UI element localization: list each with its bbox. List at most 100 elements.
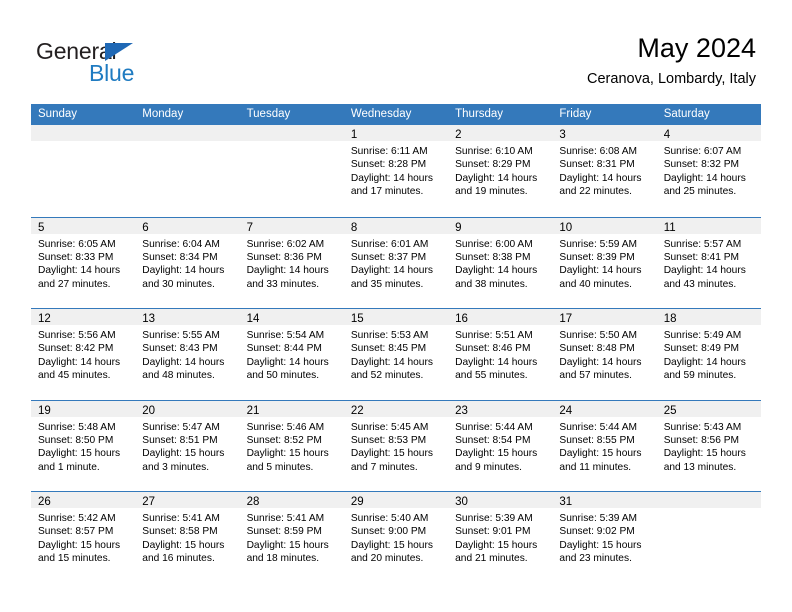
day-cell[interactable]: 14 Sunrise: 5:54 AM Sunset: 8:44 PM Dayligh… <box>239 309 344 400</box>
weekday-header-wednesday: Wednesday <box>350 108 412 120</box>
day-detail-line: Sunrise: 6:00 AM <box>455 238 533 250</box>
day-cell[interactable]: 31 Sunrise: 5:39 AM Sunset: 9:02 PM Dayligh… <box>552 492 657 583</box>
day-cell[interactable]: 6 Sunrise: 6:04 AM Sunset: 8:34 PM Daylight… <box>135 217 240 308</box>
day-number-bar: 2 <box>448 125 553 141</box>
day-number-bar: 29 <box>343 492 449 508</box>
day-cell[interactable]: 25 Sunrise: 5:43 AM Sunset: 8:56 PM Dayligh… <box>656 400 761 491</box>
day-detail-line: Daylight: 15 hours <box>559 448 642 460</box>
day-detail-line: Sunset: 9:01 PM <box>455 526 531 538</box>
weekday-header-thursday: Thursday <box>455 108 504 120</box>
day-number: 19 <box>38 404 51 417</box>
week-row: 26 Sunrise: 5:42 AM Sunset: 8:57 PM Dayligh… <box>31 491 761 583</box>
day-detail-line: and 5 minutes. <box>246 461 314 473</box>
general-blue-logo[interactable]: General Blue <box>36 38 236 88</box>
day-cell[interactable]: 28 Sunrise: 5:41 AM Sunset: 8:59 PM Dayligh… <box>239 492 344 583</box>
day-detail-line: and 15 minutes. <box>38 553 111 565</box>
day-details: Sunrise: 6:07 AM Sunset: 8:32 PM Daylight:… <box>657 141 761 199</box>
day-cell[interactable]: 3 Sunrise: 6:08 AM Sunset: 8:31 PM Daylight… <box>552 125 657 217</box>
day-number-bar: 7 <box>239 217 344 234</box>
day-detail-line: Sunrise: 5:41 AM <box>246 513 325 524</box>
day-cell[interactable]: 8 Sunrise: 6:01 AM Sunset: 8:37 PM Daylight… <box>343 217 449 308</box>
day-cell[interactable]: 23 Sunrise: 5:44 AM Sunset: 8:54 PM Dayligh… <box>448 400 553 491</box>
day-detail-line: Sunset: 8:53 PM <box>350 434 427 446</box>
day-cell[interactable]: 5 Sunrise: 6:05 AM Sunset: 8:33 PM Daylight… <box>31 217 136 308</box>
day-number-bar: 8 <box>343 217 449 234</box>
day-cell[interactable]: 20 Sunrise: 5:47 AM Sunset: 8:51 PM Dayligh… <box>135 400 240 491</box>
day-number-bar: 9 <box>448 217 553 234</box>
day-details: Sunrise: 5:50 AM Sunset: 8:48 PM Daylight:… <box>552 325 656 383</box>
day-detail-line: Sunset: 8:54 PM <box>455 434 531 446</box>
day-detail-line: Sunrise: 5:41 AM <box>142 513 220 524</box>
day-detail-line: Sunset: 8:51 PM <box>142 434 218 446</box>
day-cell[interactable]: 10 Sunrise: 5:59 AM Sunset: 8:39 PM Dayligh… <box>552 217 657 308</box>
day-cell[interactable]: 24 Sunrise: 5:44 AM Sunset: 8:55 PM Dayligh… <box>552 400 657 491</box>
week-row: 1 Sunrise: 6:11 AM Sunset: 8:28 PM Daylight… <box>31 125 761 217</box>
day-number-bar: 24 <box>552 400 657 417</box>
day-number: 22 <box>350 404 364 417</box>
day-cell[interactable]: 19 Sunrise: 5:48 AM Sunset: 8:50 PM Dayligh… <box>31 400 136 491</box>
day-detail-line: Sunrise: 5:56 AM <box>38 330 116 341</box>
day-detail-line: Sunset: 8:52 PM <box>246 434 322 446</box>
day-detail-line: Sunrise: 6:10 AM <box>455 146 533 157</box>
day-detail-line: and 16 minutes. <box>142 553 215 565</box>
day-number: 10 <box>559 221 573 234</box>
day-details: Sunrise: 5:56 AM Sunset: 8:42 PM Daylight:… <box>31 325 135 383</box>
day-number-bar <box>239 125 344 141</box>
day-cell[interactable]: 13 Sunrise: 5:55 AM Sunset: 8:43 PM Dayligh… <box>135 309 240 400</box>
day-detail-line: Sunrise: 5:57 AM <box>663 238 742 250</box>
day-cell[interactable]: 11 Sunrise: 5:57 AM Sunset: 8:41 PM Dayligh… <box>656 217 761 308</box>
day-number-bar: 5 <box>31 217 136 234</box>
day-detail-line: and 27 minutes. <box>38 278 111 290</box>
day-detail-line: Daylight: 14 hours <box>142 356 225 368</box>
day-detail-line: Sunrise: 6:04 AM <box>142 238 220 250</box>
day-details: Sunrise: 5:39 AM Sunset: 9:01 PM Daylight:… <box>448 508 552 566</box>
day-detail-line: Daylight: 14 hours <box>350 356 433 368</box>
day-detail-line: Sunrise: 5:47 AM <box>142 421 220 433</box>
day-detail-line: and 7 minutes. <box>350 461 418 473</box>
week-row: 5 Sunrise: 6:05 AM Sunset: 8:33 PM Daylight… <box>31 216 761 308</box>
day-cell[interactable]: 16 Sunrise: 5:51 AM Sunset: 8:46 PM Dayligh… <box>448 309 553 400</box>
day-detail-line: Sunrise: 5:40 AM <box>350 513 429 524</box>
day-details: Sunrise: 5:41 AM Sunset: 8:59 PM Daylight:… <box>240 508 344 566</box>
day-cell[interactable]: 2 Sunrise: 6:10 AM Sunset: 8:29 PM Daylight… <box>448 125 553 217</box>
day-detail-line: Daylight: 15 hours <box>38 448 121 460</box>
day-cell[interactable]: 1 Sunrise: 6:11 AM Sunset: 8:28 PM Daylight… <box>343 125 449 217</box>
day-number-bar: 22 <box>343 400 449 417</box>
day-detail-line: Daylight: 15 hours <box>142 448 225 460</box>
day-number-bar: 30 <box>448 492 553 508</box>
day-cell[interactable]: 15 Sunrise: 5:53 AM Sunset: 8:45 PM Dayligh… <box>343 309 449 400</box>
day-cell[interactable]: 12 Sunrise: 5:56 AM Sunset: 8:42 PM Dayligh… <box>31 309 136 400</box>
day-cell[interactable]: 29 Sunrise: 5:40 AM Sunset: 9:00 PM Dayligh… <box>343 492 449 583</box>
day-details: Sunrise: 5:51 AM Sunset: 8:46 PM Daylight:… <box>448 325 552 383</box>
day-detail-line: Daylight: 14 hours <box>663 356 746 368</box>
day-cell[interactable]: 17 Sunrise: 5:50 AM Sunset: 8:48 PM Dayligh… <box>552 309 657 400</box>
day-detail-line: Sunrise: 6:01 AM <box>350 238 429 250</box>
day-number-bar: 13 <box>135 309 240 325</box>
day-detail-line: Daylight: 15 hours <box>455 539 538 551</box>
day-detail-line: Sunset: 8:44 PM <box>246 343 322 355</box>
week-row: 12 Sunrise: 5:56 AM Sunset: 8:42 PM Dayligh… <box>31 308 761 400</box>
day-cell[interactable]: 7 Sunrise: 6:02 AM Sunset: 8:36 PM Daylight… <box>239 217 344 308</box>
day-detail-line: Daylight: 14 hours <box>455 265 538 277</box>
day-cell[interactable]: 22 Sunrise: 5:45 AM Sunset: 8:53 PM Dayligh… <box>343 400 449 491</box>
day-number-bar: 28 <box>239 492 344 508</box>
day-detail-line: Daylight: 14 hours <box>455 356 538 368</box>
day-details: Sunrise: 5:45 AM Sunset: 8:53 PM Daylight:… <box>344 417 448 475</box>
day-cell[interactable]: 27 Sunrise: 5:41 AM Sunset: 8:58 PM Dayligh… <box>135 492 240 583</box>
day-number: 2 <box>455 129 462 141</box>
day-number-bar: 20 <box>135 400 240 417</box>
day-detail-line: and 20 minutes. <box>350 553 424 565</box>
day-cell[interactable]: 9 Sunrise: 6:00 AM Sunset: 8:38 PM Daylight… <box>448 217 553 308</box>
day-cell[interactable]: 30 Sunrise: 5:39 AM Sunset: 9:01 PM Dayligh… <box>448 492 553 583</box>
day-number-bar: 23 <box>448 400 553 417</box>
day-cell[interactable]: 4 Sunrise: 6:07 AM Sunset: 8:32 PM Daylight… <box>656 125 761 217</box>
calendar-page: General Blue May 2024 Ceranova, Lombardy… <box>0 0 792 612</box>
day-cell[interactable]: 21 Sunrise: 5:46 AM Sunset: 8:52 PM Dayligh… <box>239 400 344 491</box>
day-number-bar <box>31 125 136 141</box>
day-cell[interactable]: 18 Sunrise: 5:49 AM Sunset: 8:49 PM Dayligh… <box>656 309 761 400</box>
day-number: 8 <box>350 221 358 234</box>
day-cell[interactable]: 26 Sunrise: 5:42 AM Sunset: 8:57 PM Dayligh… <box>31 492 136 583</box>
day-number-bar: 31 <box>552 492 657 508</box>
day-detail-line: Sunrise: 5:48 AM <box>38 421 116 433</box>
day-details: Sunrise: 5:42 AM Sunset: 8:57 PM Daylight:… <box>31 508 135 566</box>
